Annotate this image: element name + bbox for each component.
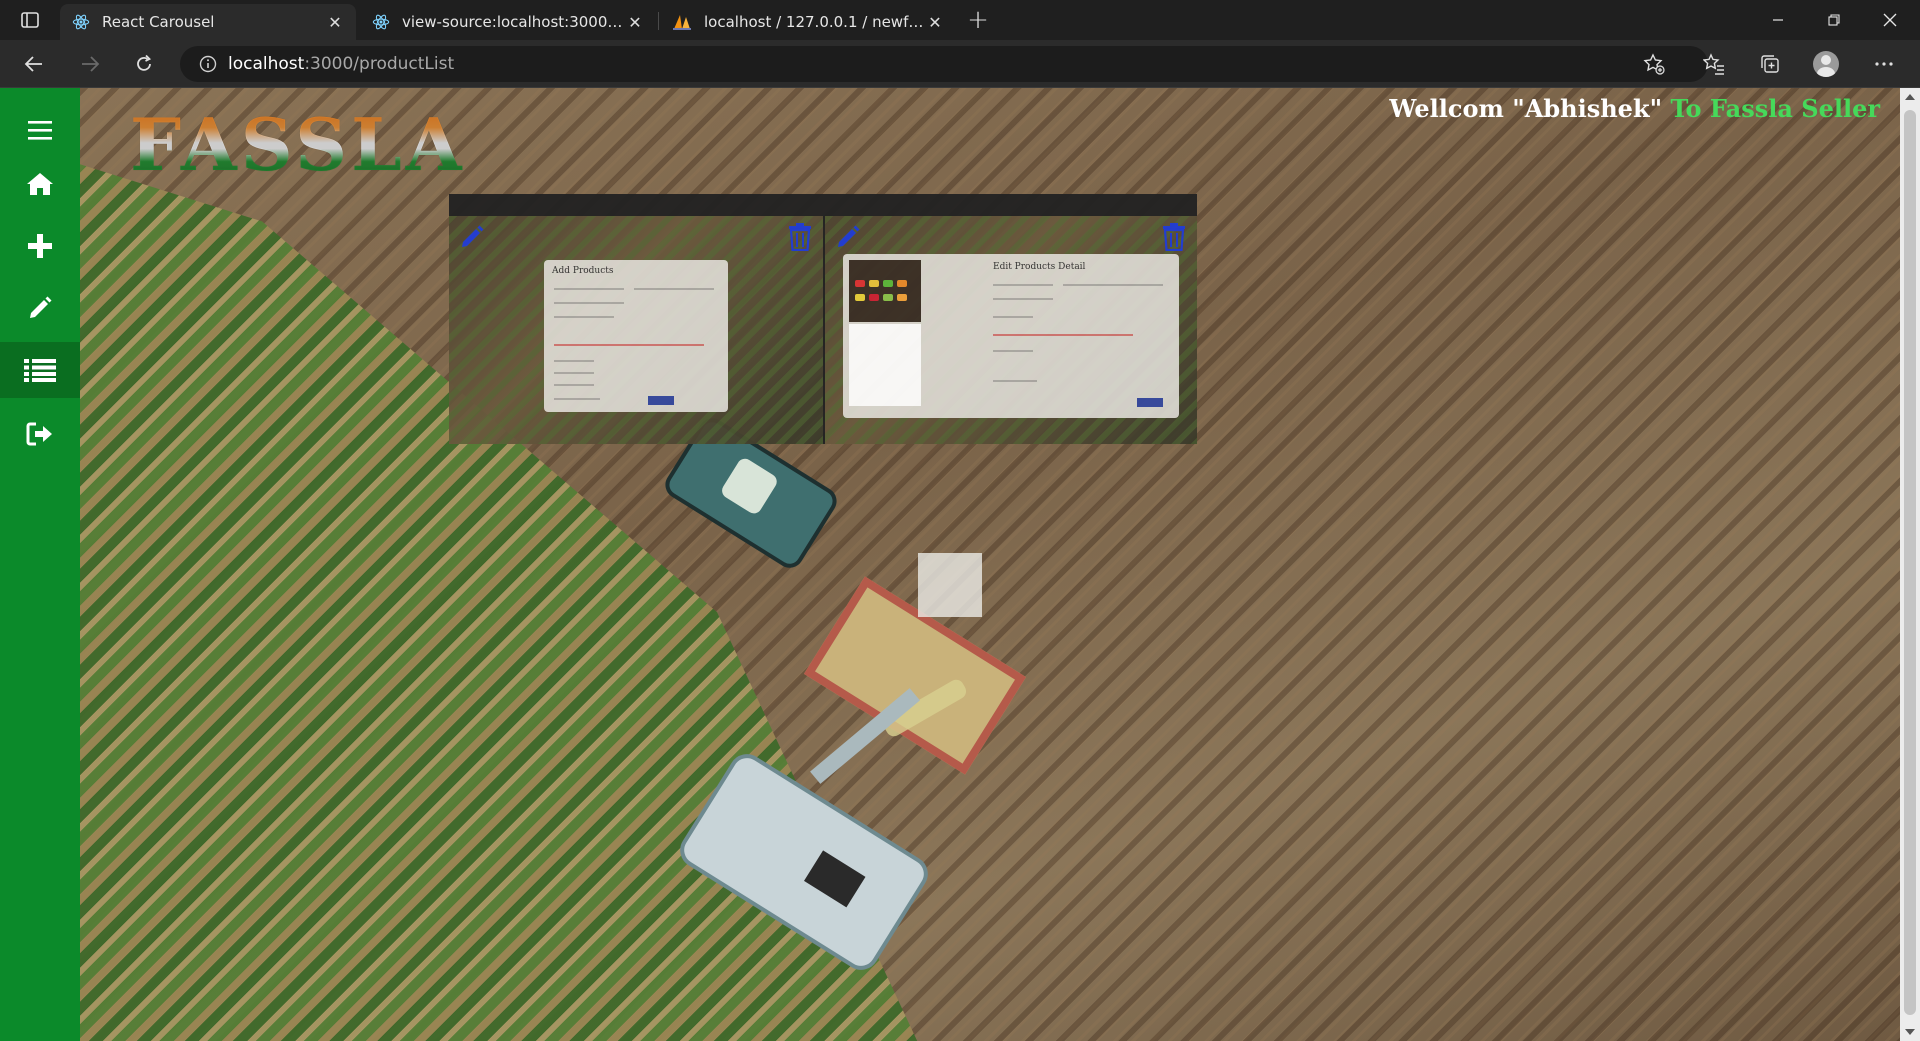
more-menu-button[interactable] — [1866, 48, 1902, 80]
home-icon — [27, 173, 53, 195]
refresh-icon — [137, 54, 152, 71]
pencil-icon — [838, 225, 860, 247]
browser-toolbar: localhost:3000/productList — [0, 40, 1920, 88]
plus-icon — [28, 234, 52, 258]
star-plus-icon — [1643, 53, 1665, 75]
product-card: Edit Products Detail — [823, 194, 1197, 444]
back-button[interactable] — [16, 48, 52, 80]
sidebar — [0, 88, 80, 1041]
scroll-up-arrow[interactable] — [1905, 94, 1915, 100]
loading-placeholder — [918, 553, 982, 617]
trash-icon — [789, 223, 811, 251]
pencil-icon — [30, 296, 52, 318]
collections-button[interactable] — [1752, 48, 1788, 80]
edit-product-button[interactable] — [833, 222, 863, 252]
react-logo-icon — [372, 14, 390, 30]
trash-icon — [1163, 223, 1185, 251]
welcome-suffix: To Fassla Seller — [1670, 94, 1880, 123]
product-image-caption: Add Products — [552, 266, 614, 276]
fassla-logo[interactable]: FASSLA — [130, 102, 466, 187]
close-icon[interactable]: ✕ — [626, 13, 644, 32]
restore-button[interactable] — [1806, 0, 1862, 40]
hamburger-icon — [28, 121, 52, 140]
sidebar-item-product-list[interactable] — [0, 342, 80, 398]
phpmyadmin-sail-icon — [673, 15, 691, 30]
favorites-list-icon — [1703, 53, 1724, 75]
product-photo-blank — [849, 324, 921, 406]
scroll-down-arrow[interactable] — [1905, 1029, 1915, 1035]
sidebar-item-home[interactable] — [0, 156, 80, 212]
react-logo-icon — [72, 14, 90, 30]
minimize-button[interactable] — [1750, 0, 1806, 40]
list-icon — [24, 359, 56, 382]
tab-react-carousel[interactable]: React Carousel ✕ — [60, 4, 356, 40]
page-viewport: FASSLA Wellcom "Abhishek" To Fassla Sell… — [0, 88, 1920, 1041]
refresh-button[interactable] — [126, 48, 162, 80]
add-favorite-button[interactable] — [1636, 48, 1672, 80]
product-image: Add Products — [544, 260, 728, 412]
product-photo-thumbnail — [849, 260, 921, 322]
edit-product-button[interactable] — [457, 222, 487, 252]
forward-button[interactable] — [72, 48, 108, 80]
sidebar-item-edit[interactable] — [0, 280, 80, 336]
address-field[interactable]: localhost:3000/productList — [180, 46, 1708, 82]
product-list: Add Products Edit Products Detail — [449, 194, 1197, 444]
avatar-icon — [1813, 51, 1839, 77]
ellipsis-icon — [1875, 62, 1893, 66]
tab-title: React Carousel — [102, 13, 215, 31]
product-image: Edit Products Detail — [843, 254, 1179, 418]
collections-icon — [1761, 55, 1779, 73]
profile-button[interactable] — [1808, 48, 1844, 80]
product-card: Add Products — [449, 194, 823, 444]
tab-view-source[interactable]: view-source:localhost:3000/edit_ ✕ — [360, 4, 656, 40]
scrollbar-thumb[interactable] — [1904, 110, 1916, 1015]
close-icon[interactable]: ✕ — [326, 13, 344, 32]
page-scrollbar[interactable] — [1900, 88, 1920, 1041]
tab-title: view-source:localhost:3000/edit_ — [402, 13, 626, 31]
sidebar-item-logout[interactable] — [0, 406, 80, 462]
delete-product-button[interactable] — [785, 222, 815, 252]
pencil-icon — [462, 225, 484, 247]
sign-out-icon — [26, 422, 52, 446]
arrow-left-icon — [24, 56, 42, 72]
new-tab-button[interactable]: + — [964, 5, 992, 35]
tab-separator — [658, 12, 659, 30]
browser-tab-bar: React Carousel ✕ view-source:localhost:3… — [0, 0, 1920, 40]
user-name: "Abhishek" — [1512, 94, 1663, 123]
favorites-button[interactable] — [1696, 48, 1732, 80]
welcome-prefix: Wellcom — [1389, 94, 1504, 123]
welcome-message: Wellcom "Abhishek" To Fassla Seller — [1389, 94, 1880, 123]
tab-title: localhost / 127.0.0.1 / newfassla — [704, 13, 926, 31]
delete-product-button[interactable] — [1159, 222, 1189, 252]
site-info-icon[interactable] — [188, 55, 228, 73]
tab-actions-icon[interactable] — [12, 8, 48, 32]
url-path: :3000/productList — [304, 54, 455, 74]
tab-phpmyadmin[interactable]: localhost / 127.0.0.1 / newfassla ✕ — [660, 4, 956, 40]
close-window-button[interactable] — [1862, 0, 1918, 40]
product-image-caption: Edit Products Detail — [993, 262, 1086, 272]
arrow-right-icon — [82, 56, 100, 72]
sidebar-item-add[interactable] — [0, 218, 80, 274]
url-host: localhost — [228, 54, 305, 74]
sidebar-item-menu[interactable] — [0, 102, 80, 158]
close-icon[interactable]: ✕ — [926, 13, 944, 32]
